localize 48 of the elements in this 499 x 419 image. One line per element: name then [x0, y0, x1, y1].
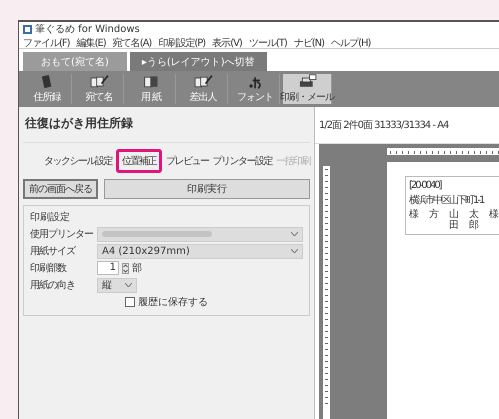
toolbar-button[interactable]: 用 紙 [127, 74, 176, 104]
toolbar-button[interactable]: 宛て名 [75, 74, 124, 104]
name-text: 様 [409, 209, 419, 220]
tab[interactable]: ▸うら(レイアウト)へ切替 [130, 52, 267, 71]
number-field[interactable]: 1 [97, 261, 119, 275]
back-button[interactable]: 前の画面へ戻る [23, 179, 98, 199]
toolbar-button[interactable]: フォント [231, 74, 280, 104]
chevron-down-icon [291, 249, 298, 253]
menu-item[interactable]: ツール(T) [248, 36, 287, 48]
field-label: 印刷部数 [30, 262, 68, 275]
toolbar-button[interactable]: 住所録 [23, 74, 72, 104]
menu-item[interactable]: 表示(V) [212, 36, 242, 48]
field-label: 用紙サイズ [30, 245, 76, 258]
toolbar-button[interactable]: 差出人 [179, 74, 228, 104]
name-text: 太郎 [469, 209, 479, 231]
menu-item[interactable]: 宛て名(A) [112, 36, 152, 48]
menu-item[interactable]: 印刷設定(P) [158, 36, 206, 48]
checkbox-label: 履歴に保存する [138, 296, 208, 309]
panel-title: 往復はがき用住所録 [23, 113, 310, 143]
chevron-down-icon [125, 283, 132, 287]
group-title: 印刷設定 [30, 210, 71, 224]
dropdown[interactable]: 縦 [97, 278, 137, 292]
address-text: 横浜市中区山下町1-1 [409, 194, 485, 207]
toolbar-button[interactable]: 印刷・メール [283, 74, 332, 104]
field-label: 用紙の向き [30, 279, 76, 292]
name-text: 方 [429, 209, 439, 220]
print-button[interactable]: 印刷実行 [104, 179, 310, 199]
cards-icon [192, 74, 214, 90]
checkbox[interactable] [125, 297, 135, 307]
name-text: 様 [489, 209, 499, 220]
name-text: 山田 [449, 209, 459, 231]
link[interactable]: タックシール設定 [44, 154, 112, 168]
dropdown[interactable]: A4 (210x297mm) [97, 244, 303, 258]
postal-code: [20-0040] [409, 180, 442, 191]
menu-item[interactable]: 編集(E) [76, 36, 106, 48]
field-label: 使用プリンター [30, 228, 94, 241]
menu-item[interactable]: ナビ(N) [294, 36, 324, 48]
link[interactable]: 位置補正 [116, 149, 162, 173]
link[interactable]: プリンター設定 [212, 154, 272, 168]
link[interactable]: プレビュー [166, 154, 208, 168]
chevron-down-icon [291, 232, 298, 236]
unit-label: 部 [132, 262, 142, 275]
spinner-icon [122, 262, 129, 274]
window-title: 筆ぐるめ for Windows [35, 23, 140, 36]
app-icon [23, 24, 32, 34]
cards-icon [88, 74, 110, 90]
menu-item[interactable]: ヘルプ(H) [331, 36, 370, 48]
menu-item[interactable]: ファイル(F) [23, 36, 70, 48]
